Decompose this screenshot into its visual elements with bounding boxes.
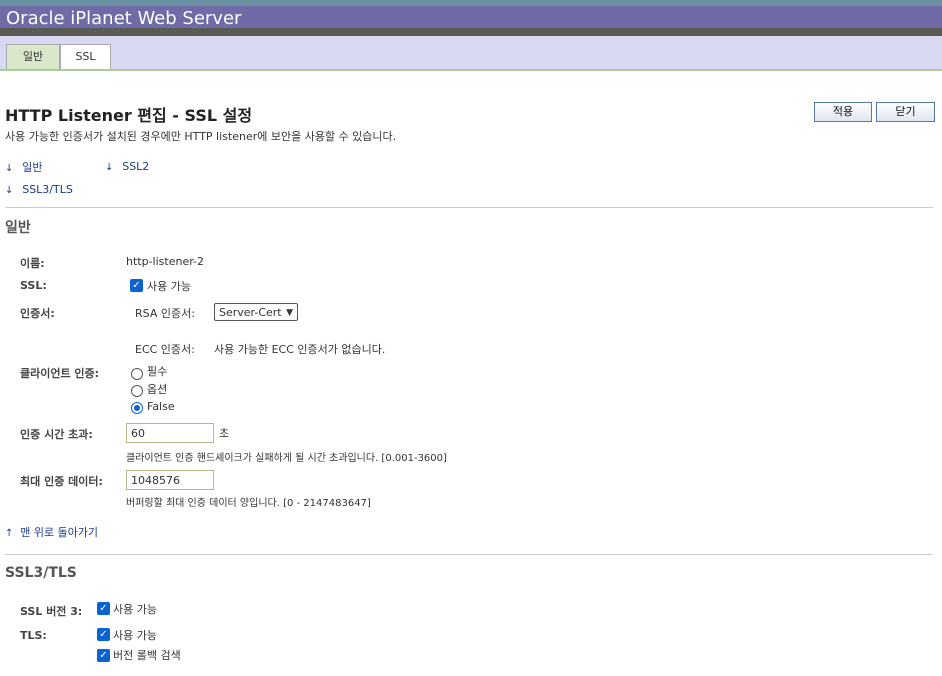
jumplink-ssl2-label[interactable]: SSL2 bbox=[122, 160, 149, 173]
ssl-enabled-label: 사용 가능 bbox=[147, 280, 191, 293]
section-title-ssl3tls: SSL3/TLS bbox=[5, 565, 77, 581]
tab-underline bbox=[0, 69, 942, 71]
max-auth-data-help: 버퍼링할 최대 인증 데이터 양입니다. [0 - 2147483647] bbox=[126, 498, 371, 509]
section-title-general: 일반 bbox=[5, 220, 31, 236]
rsa-cert-label: RSA 인증서: bbox=[135, 307, 195, 320]
rsa-cert-value: Server-Cert bbox=[219, 306, 282, 319]
client-auth-option-false: False bbox=[147, 400, 175, 413]
client-auth-label: 클라이언트 인증: bbox=[20, 367, 100, 380]
tab-ssl[interactable]: SSL bbox=[60, 44, 111, 71]
client-auth-option-optional: 옵션 bbox=[147, 383, 168, 396]
name-value: http-listener-2 bbox=[126, 255, 204, 268]
auth-timeout-unit: 초 bbox=[219, 427, 230, 440]
client-auth-radio-false[interactable] bbox=[131, 402, 143, 414]
ssl3-enabled-label: 사용 가능 bbox=[113, 603, 157, 616]
chevron-down-icon: ▼ bbox=[286, 308, 293, 318]
name-label: 이름: bbox=[20, 257, 45, 270]
tab-general[interactable]: 일반 bbox=[6, 44, 60, 69]
ecc-cert-label: ECC 인증서: bbox=[135, 343, 195, 356]
jumplink-general-label[interactable]: 일반 bbox=[22, 161, 42, 174]
ssl-label: SSL: bbox=[20, 279, 47, 292]
back-to-top-link[interactable]: ↑ 맨 위로 돌아가기 bbox=[5, 524, 98, 540]
client-auth-option-required: 필수 bbox=[147, 365, 168, 378]
page-title: HTTP Listener 편집 - SSL 설정 bbox=[5, 106, 253, 125]
auth-timeout-label: 인증 시간 초과: bbox=[20, 428, 93, 441]
max-auth-data-input[interactable]: 1048576 bbox=[126, 470, 214, 490]
jumplink-general[interactable]: ↓ 일반 bbox=[5, 159, 42, 175]
divider bbox=[5, 207, 933, 208]
apply-button[interactable]: 적용 bbox=[814, 102, 872, 122]
close-button[interactable]: 닫기 bbox=[876, 102, 935, 122]
header-divider bbox=[0, 28, 942, 36]
tls-enabled-checkbox[interactable]: ✓ bbox=[97, 628, 110, 641]
ssl3-enabled-checkbox[interactable]: ✓ bbox=[97, 602, 110, 615]
client-auth-radio-optional[interactable] bbox=[131, 385, 143, 397]
client-auth-radio-required[interactable] bbox=[131, 368, 143, 380]
ecc-cert-value: 사용 가능한 ECC 인증서가 없습니다. bbox=[214, 343, 386, 356]
jumplink-ssl3tls-label[interactable]: SSL3/TLS bbox=[22, 183, 73, 196]
auth-timeout-input[interactable]: 60 bbox=[126, 423, 214, 443]
auth-timeout-help: 클라이언트 인증 핸드셰이크가 실패하게 될 시간 초과입니다. [0.001-… bbox=[126, 453, 447, 464]
max-auth-data-label: 최대 인증 데이터: bbox=[20, 475, 103, 488]
chevron-up-icon: ↑ bbox=[5, 528, 14, 539]
divider bbox=[5, 554, 933, 555]
ssl3-label: SSL 버전 3: bbox=[20, 605, 83, 618]
back-to-top-label[interactable]: 맨 위로 돌아가기 bbox=[20, 526, 98, 539]
page-subtitle: 사용 가능한 인증서가 설치된 경우에만 HTTP listener에 보안을 … bbox=[5, 130, 397, 143]
chevron-down-icon: ↓ bbox=[105, 162, 114, 173]
tls-enabled-label: 사용 가능 bbox=[113, 629, 157, 642]
rollback-detection-label: 버전 롤백 검색 bbox=[113, 649, 181, 662]
tls-label: TLS: bbox=[20, 629, 47, 642]
jumplink-ssl3tls[interactable]: ↓ SSL3/TLS bbox=[5, 182, 73, 196]
certificate-label: 인증서: bbox=[20, 307, 55, 320]
ssl-enabled-checkbox[interactable]: ✓ bbox=[130, 279, 143, 292]
rollback-detection-checkbox[interactable]: ✓ bbox=[97, 649, 110, 662]
app-title: Oracle iPlanet Web Server bbox=[6, 8, 242, 29]
chevron-down-icon: ↓ bbox=[5, 163, 14, 174]
tab-bar bbox=[0, 36, 942, 71]
jumplink-ssl2[interactable]: ↓ SSL2 bbox=[105, 159, 149, 173]
rsa-cert-select[interactable]: Server-Cert ▼ bbox=[214, 303, 298, 321]
chevron-down-icon: ↓ bbox=[5, 185, 14, 196]
